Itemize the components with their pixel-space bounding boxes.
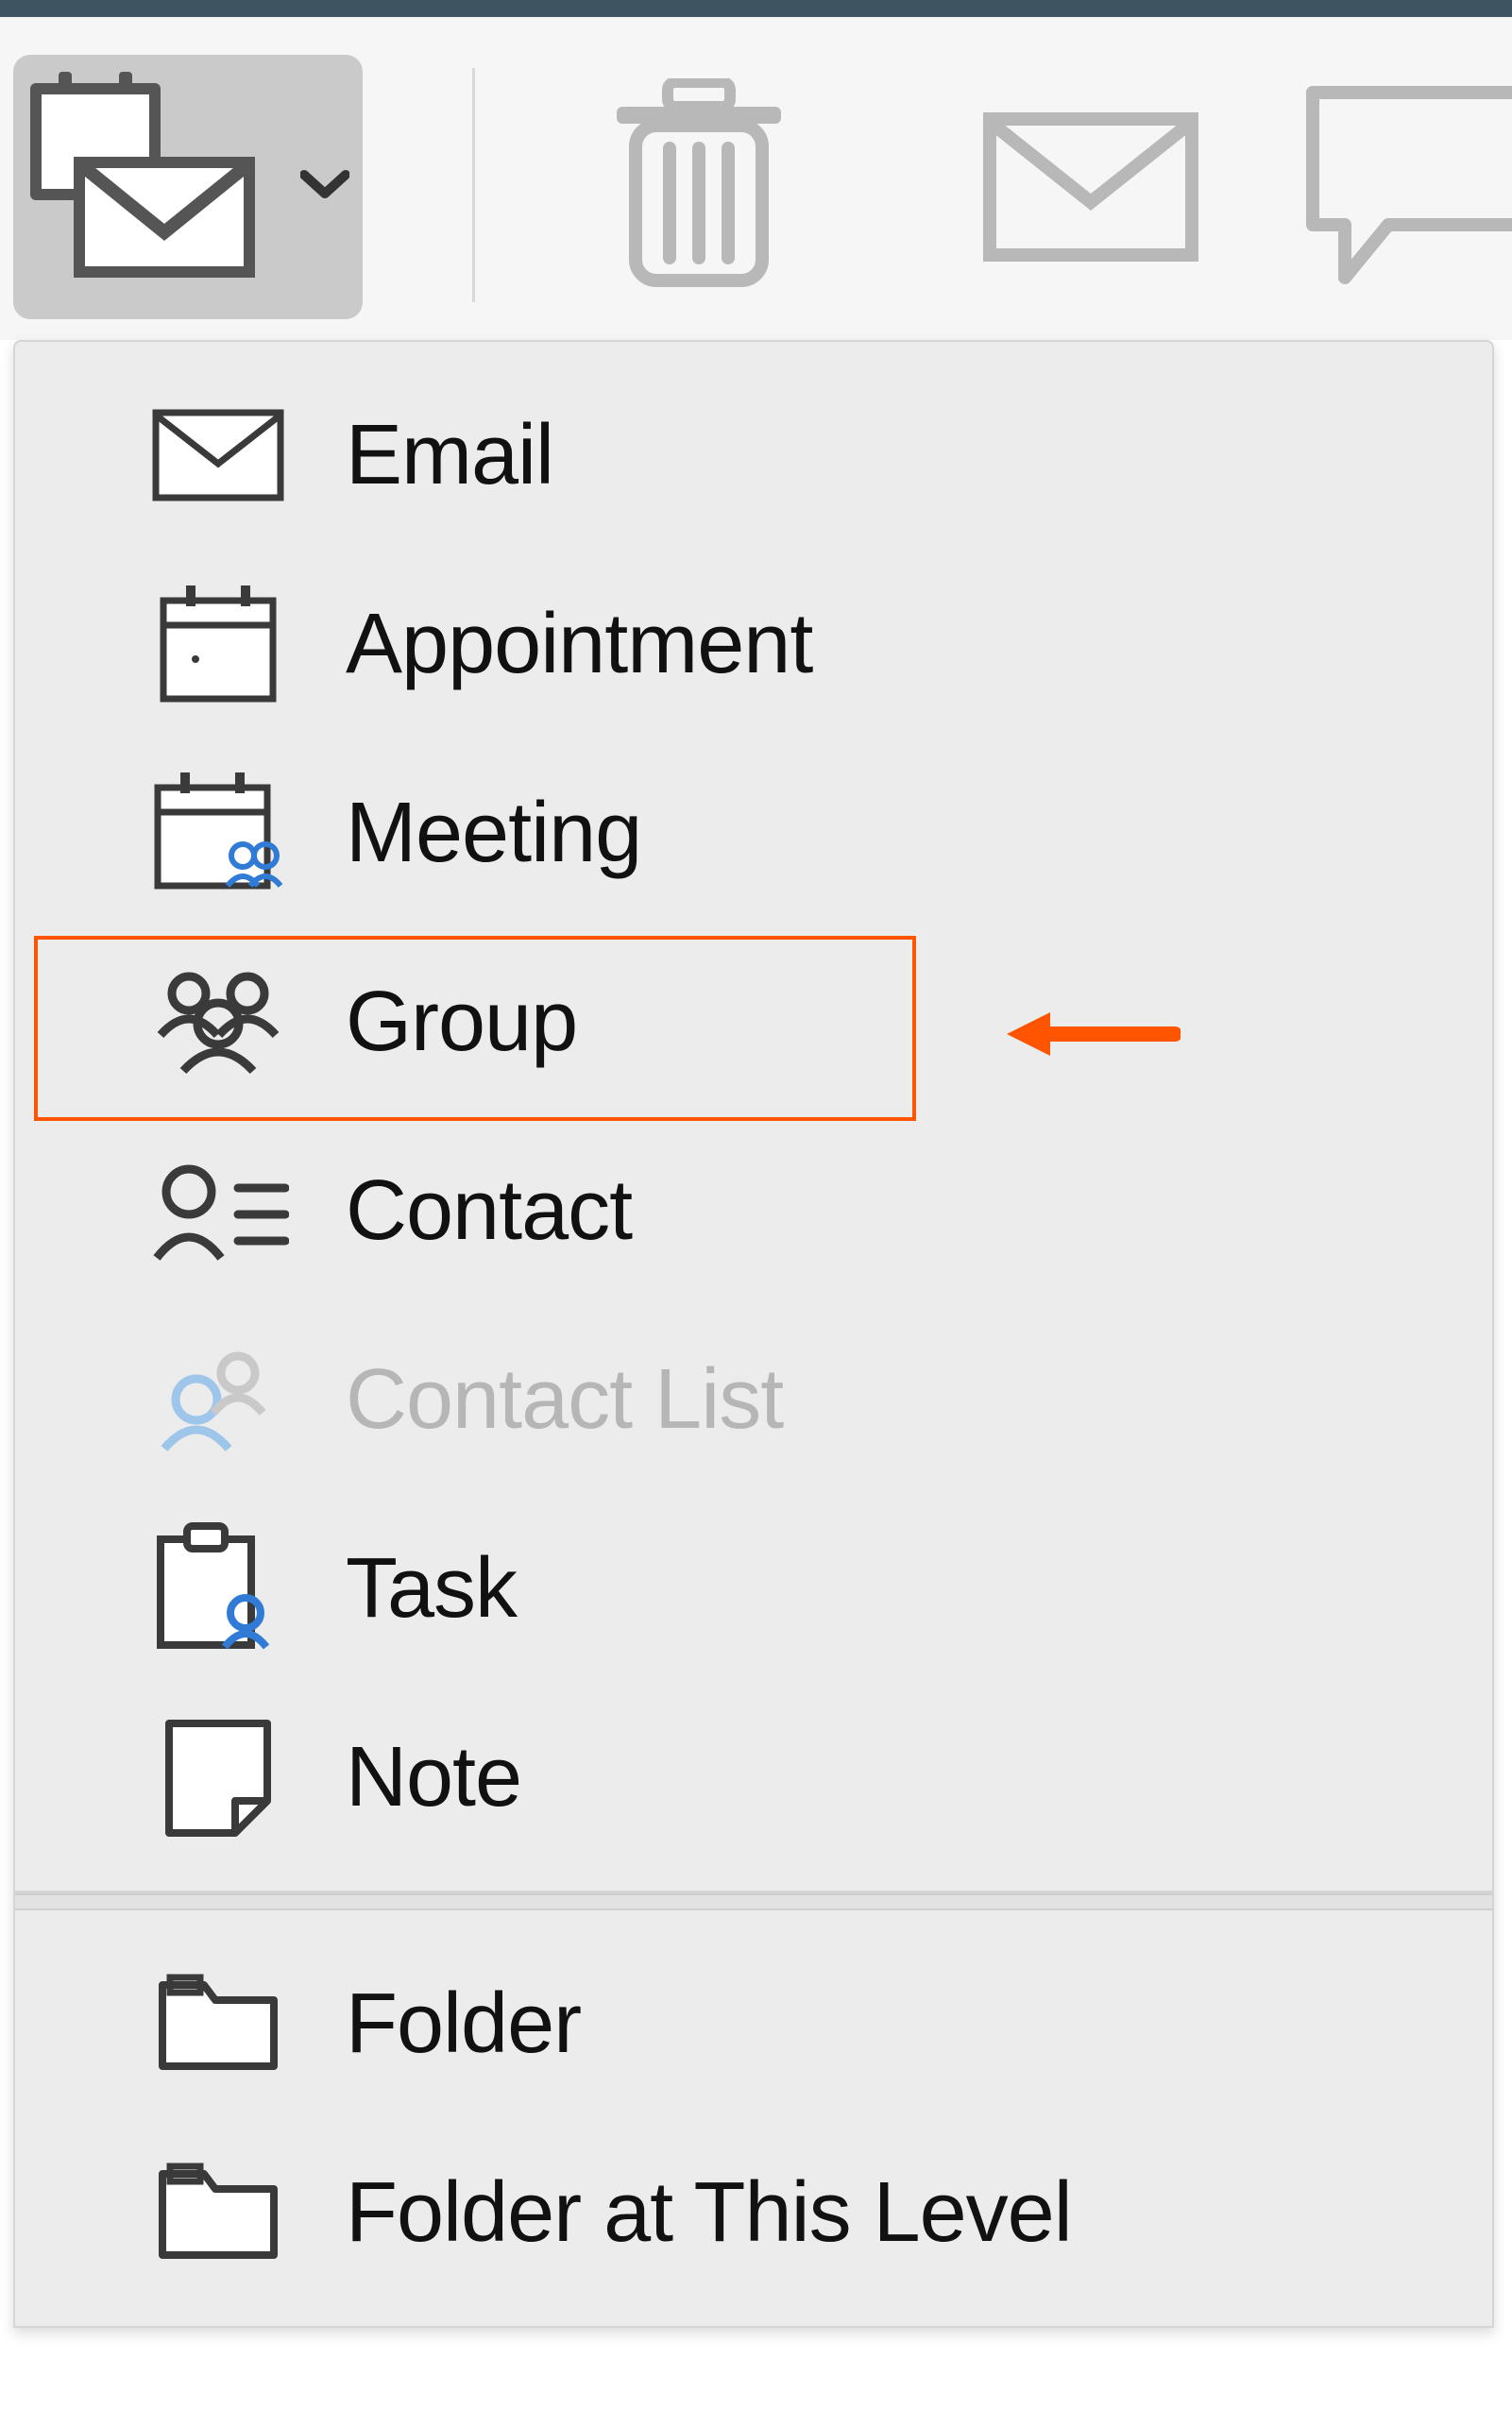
titlebar [0, 0, 1512, 17]
menu-item-label: Meeting [346, 785, 641, 882]
trash-icon [609, 78, 789, 296]
contact-list-icon [147, 1324, 289, 1475]
mail-action-button[interactable] [949, 55, 1232, 319]
menu-item-label: Folder at This Level [346, 2164, 1072, 2262]
group-icon [147, 946, 289, 1097]
chat-action-button[interactable] [1303, 55, 1512, 319]
delete-button[interactable] [529, 55, 869, 319]
menu-item-label: Contact [346, 1162, 632, 1260]
menu-item-appointment[interactable]: Appointment [15, 550, 1492, 738]
menu-item-meeting[interactable]: Meeting [15, 738, 1492, 927]
note-icon [147, 1702, 289, 1853]
folder-level-icon [147, 2137, 289, 2288]
menu-item-label: Email [346, 407, 553, 504]
folder-icon [147, 1948, 289, 2099]
new-item-menu: Email Appointment [13, 340, 1494, 2328]
toolbar [0, 17, 1512, 340]
mail-icon [982, 111, 1199, 263]
contact-icon [147, 1135, 289, 1286]
menu-item-group[interactable]: Group [15, 927, 1492, 1116]
menu-item-note[interactable]: Note [15, 1683, 1492, 1872]
menu-separator-thick [15, 1893, 1492, 1910]
new-item-icon [26, 83, 272, 291]
menu-item-folder-level[interactable]: Folder at This Level [15, 2118, 1492, 2307]
menu-item-label: Note [346, 1729, 521, 1826]
menu-item-label: Task [346, 1540, 517, 1637]
annotation-arrow [1001, 1001, 1181, 1072]
menu-item-contact-list: Contact List [15, 1305, 1492, 1494]
mail-icon [147, 380, 289, 531]
chat-icon [1303, 83, 1512, 291]
menu-item-task[interactable]: Task [15, 1494, 1492, 1683]
menu-section-folders: Folder Folder at This Level [15, 1910, 1492, 2326]
new-item-button[interactable] [13, 55, 363, 319]
menu-item-label: Appointment [346, 596, 812, 693]
menu-item-label: Folder [346, 1976, 581, 2073]
menu-item-label: Contact List [346, 1351, 783, 1449]
meeting-icon [147, 757, 289, 908]
menu-item-label: Group [346, 974, 577, 1071]
chevron-down-icon [300, 169, 349, 206]
calendar-icon [147, 568, 289, 720]
menu-section-items: Email Appointment [15, 342, 1492, 1891]
toolbar-separator [472, 68, 475, 302]
menu-item-folder[interactable]: Folder [15, 1929, 1492, 2118]
window: Email Appointment [0, 0, 1512, 2426]
task-icon [147, 1513, 289, 1664]
menu-item-email[interactable]: Email [15, 361, 1492, 550]
menu-item-contact[interactable]: Contact [15, 1116, 1492, 1305]
